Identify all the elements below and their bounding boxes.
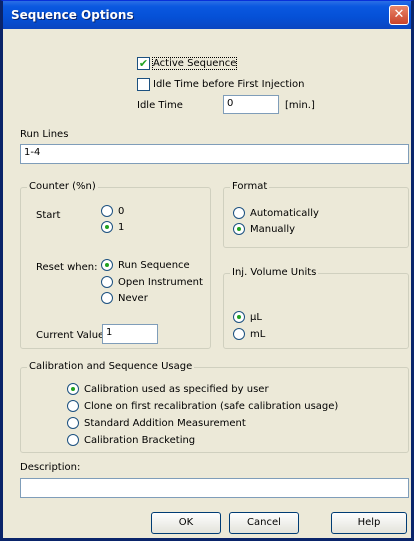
inj-volume-units-legend: Inj. Volume Units — [230, 267, 319, 278]
run-lines-label: Run Lines — [20, 129, 69, 140]
format-manually-radio[interactable] — [233, 223, 245, 235]
unit-ml-radio[interactable] — [233, 328, 245, 340]
help-button[interactable]: Help — [331, 512, 407, 534]
start-0-radio[interactable] — [101, 205, 113, 217]
title-bar[interactable]: Sequence Options ✕ — [3, 1, 411, 29]
reset-never-label[interactable]: Never — [118, 293, 148, 304]
calibration-standard-addition-label[interactable]: Standard Addition Measurement — [84, 418, 246, 429]
reset-run-sequence-label[interactable]: Run Sequence — [118, 260, 190, 271]
calibration-bracketing-label[interactable]: Calibration Bracketing — [84, 435, 195, 446]
unit-ul-radio[interactable] — [233, 311, 245, 323]
unit-ml-label[interactable]: mL — [250, 329, 265, 340]
counter-legend: Counter (%n) — [27, 181, 98, 192]
calibration-standard-addition-radio[interactable] — [67, 417, 79, 429]
description-label: Description: — [20, 462, 81, 473]
calibration-bracketing-radio[interactable] — [67, 434, 79, 446]
calibration-clone-radio[interactable] — [67, 400, 79, 412]
active-sequence-checkbox[interactable]: ✔ — [137, 57, 150, 70]
idle-time-unit: [min.] — [285, 100, 315, 111]
description-input[interactable] — [20, 478, 409, 498]
cancel-button[interactable]: Cancel — [229, 512, 299, 534]
start-1-radio[interactable] — [101, 221, 113, 233]
sequence-options-dialog: Sequence Options ✕ ✔ Active Sequence Idl… — [0, 0, 414, 541]
reset-open-instrument-label[interactable]: Open Instrument — [118, 277, 203, 288]
calibration-user-radio[interactable] — [67, 383, 79, 395]
active-sequence-label[interactable]: Active Sequence — [151, 57, 238, 70]
run-lines-input[interactable]: 1-4 — [20, 144, 409, 164]
format-automatically-radio[interactable] — [233, 207, 245, 219]
reset-open-instrument-radio[interactable] — [101, 276, 113, 288]
current-value-label: Current Value — [36, 330, 105, 341]
reset-run-sequence-radio[interactable] — [101, 259, 113, 271]
idle-before-first-injection-checkbox[interactable] — [137, 78, 150, 91]
unit-ul-label[interactable]: µL — [250, 312, 262, 323]
calibration-user-label[interactable]: Calibration used as specified by user — [84, 384, 269, 395]
start-0-label[interactable]: 0 — [118, 206, 124, 217]
calibration-clone-label[interactable]: Clone on first recalibration (safe calib… — [84, 401, 338, 412]
idle-before-first-injection-label[interactable]: Idle Time before First Injection — [153, 79, 305, 90]
format-automatically-label[interactable]: Automatically — [250, 208, 319, 219]
idle-time-label: Idle Time — [137, 100, 183, 111]
calibration-legend: Calibration and Sequence Usage — [27, 361, 195, 372]
format-legend: Format — [230, 181, 270, 192]
reset-when-label: Reset when: — [36, 262, 98, 273]
current-value-input[interactable]: 1 — [102, 324, 158, 344]
format-manually-label[interactable]: Manually — [250, 224, 295, 235]
reset-never-radio[interactable] — [101, 292, 113, 304]
start-label: Start — [36, 210, 61, 221]
idle-time-input[interactable]: 0 — [223, 95, 279, 114]
start-1-label[interactable]: 1 — [118, 222, 124, 233]
window-title: Sequence Options — [11, 8, 134, 22]
close-button[interactable]: ✕ — [389, 5, 409, 25]
ok-button[interactable]: OK — [151, 512, 221, 534]
